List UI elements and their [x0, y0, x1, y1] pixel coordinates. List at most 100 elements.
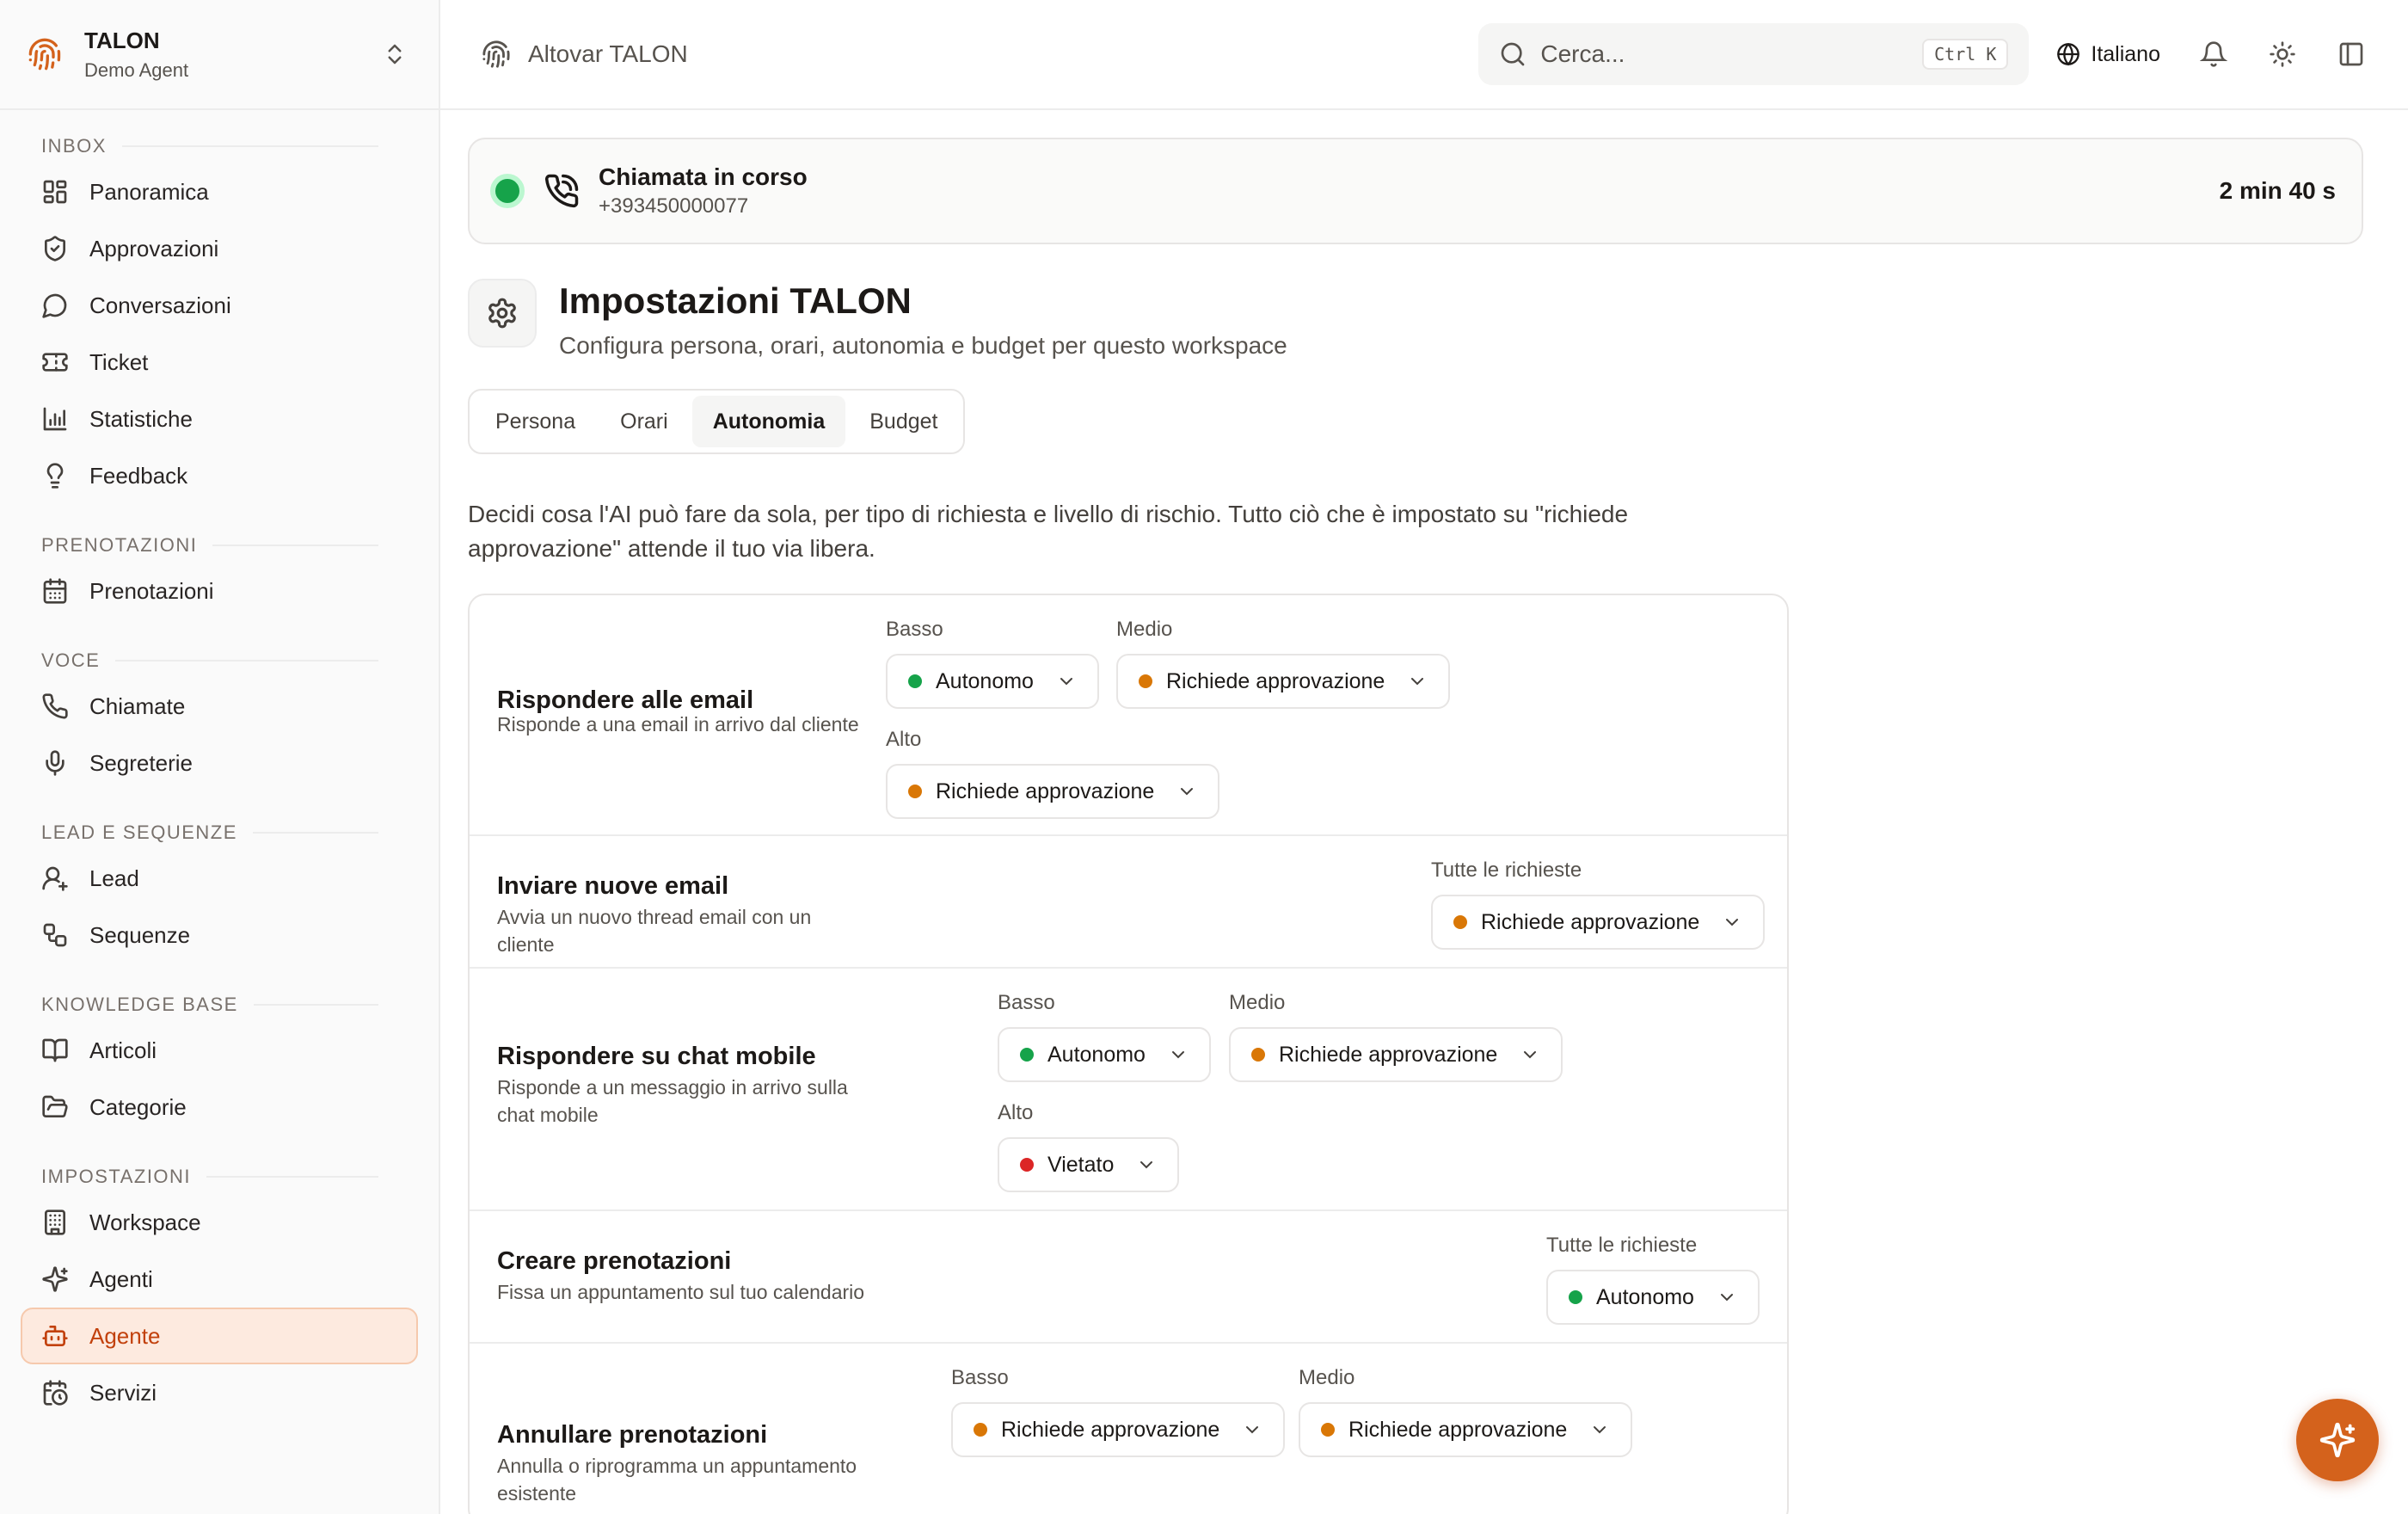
- sidebar-item-categorie[interactable]: Categorie: [21, 1079, 418, 1136]
- sparkles-icon: [2319, 1422, 2356, 1458]
- rule-description: Annulla o riprogramma un appuntamento es…: [497, 1455, 857, 1505]
- sidebar-item-label: Segreterie: [89, 749, 193, 776]
- tab-persona[interactable]: Persona: [475, 396, 596, 447]
- risk-field-low: Basso Autonomo: [886, 618, 1099, 709]
- risk-level-label: Medio: [1229, 991, 1286, 1014]
- sidebar-item-lead[interactable]: Lead: [21, 850, 418, 907]
- sidebar-item-label: Prenotazioni: [89, 577, 214, 604]
- sidebar-section-header: PRENOTAZIONI: [0, 528, 439, 563]
- live-indicator: [490, 174, 525, 208]
- building-icon: [45, 1209, 65, 1235]
- workspace-name: TALON: [84, 27, 160, 53]
- sidebar-item-label: Approvazioni: [89, 235, 219, 262]
- lightbulb-icon: [46, 463, 64, 489]
- bar-chart-icon: [43, 407, 67, 431]
- notifications-button[interactable]: [2198, 39, 2229, 70]
- section-divider: [121, 145, 378, 147]
- autonomy-select[interactable]: Richiede approvazione: [1229, 1027, 1563, 1082]
- sidebar-item-label: Workspace: [89, 1209, 201, 1235]
- risk-level-label: Basso: [951, 1366, 1009, 1389]
- sidebar-section-title: INBOX: [41, 135, 107, 157]
- rule-description: Risponde a una email in arrivo dal clien…: [497, 713, 859, 735]
- sidebar-item-panoramica[interactable]: Panoramica: [21, 163, 418, 220]
- section-divider: [115, 660, 378, 662]
- sidebar-section-title: VOCE: [41, 649, 101, 671]
- autonomy-select-value: Autonomo: [1047, 1042, 1146, 1067]
- search-input[interactable]: Cerca... Ctrl K: [1478, 23, 2030, 85]
- tab-orari[interactable]: Orari: [599, 396, 689, 447]
- status-dot: [1453, 915, 1467, 929]
- autonomy-select[interactable]: Richiede approvazione: [1116, 654, 1451, 709]
- risk-level-label: Tutte le richieste: [1546, 1234, 1698, 1257]
- page-header: Impostazioni TALON Configura persona, or…: [468, 279, 2408, 360]
- autonomy-select[interactable]: Richiede approvazione: [886, 764, 1220, 819]
- risk-level-label: Tutte le richieste: [1431, 859, 1582, 882]
- sidebar-item-label: Sequenze: [89, 921, 191, 948]
- sidebar-section-header: INBOX: [0, 129, 439, 163]
- autonomy-select[interactable]: Richiede approvazione: [1431, 895, 1766, 950]
- autonomy-select[interactable]: Autonomo: [1546, 1270, 1760, 1325]
- risk-field-all: Tutte le richieste Richiede approvazione: [1431, 859, 1766, 950]
- sidebar-item-servizi[interactable]: Servizi: [21, 1364, 418, 1421]
- chevron-down-icon: [1726, 919, 1739, 926]
- sidebar-item-label: Lead: [89, 865, 139, 891]
- risk-level-label: Basso: [886, 618, 943, 641]
- sidebar-item-ticket[interactable]: Ticket: [21, 334, 418, 391]
- tab-autonomia[interactable]: Autonomia: [691, 396, 846, 447]
- sidebar-item-agenti[interactable]: Agenti: [21, 1251, 418, 1308]
- autonomy-description: Decidi cosa l'AI può fare da sola, per t…: [468, 501, 1629, 562]
- sidebar-item-articoli[interactable]: Articoli: [21, 1022, 418, 1079]
- tab-budget[interactable]: Budget: [849, 396, 958, 447]
- autonomy-select[interactable]: Vietato: [998, 1137, 1180, 1192]
- app-title-text: Altovar TALON: [528, 40, 688, 67]
- search-shortcut: Ctrl K: [1922, 39, 2009, 70]
- risk-level-label: Medio: [1116, 618, 1173, 641]
- sidebar-item-feedback[interactable]: Feedback: [21, 447, 418, 504]
- sidebar-item-agente[interactable]: Agente: [21, 1308, 418, 1364]
- sidebar-item-chiamate[interactable]: Chiamate: [21, 678, 418, 735]
- ai-assistant-button[interactable]: [2296, 1399, 2379, 1481]
- sidebar-item-label: Conversazioni: [89, 292, 231, 318]
- sidebar-section: VOCE Chiamate Segreterie: [0, 643, 439, 791]
- sidebar-item-label: Servizi: [89, 1379, 157, 1406]
- chevron-down-icon: [1060, 678, 1072, 686]
- sidebar-section-header: VOCE: [0, 643, 439, 678]
- microphone-icon: [46, 750, 64, 776]
- active-call-banner[interactable]: Chiamata in corso +393450000077 2 min 40…: [468, 138, 2363, 244]
- autonomy-rule-row: Rispondere alle email Risponde a una emai…: [470, 595, 1787, 836]
- status-dot: [1321, 1423, 1335, 1437]
- workspace-switcher[interactable]: TALON Demo Agent: [0, 0, 439, 110]
- panel-icon: [2339, 42, 2363, 66]
- status-dot: [1251, 1048, 1265, 1062]
- sidebar-item-conversazioni[interactable]: Conversazioni: [21, 277, 418, 334]
- autonomy-select[interactable]: Richiede approvazione: [951, 1402, 1286, 1457]
- sidebar-section-header: IMPOSTAZIONI: [0, 1160, 439, 1194]
- sidebar-item-statistiche[interactable]: Statistiche: [21, 391, 418, 447]
- status-dot: [974, 1423, 987, 1437]
- sidebar-item-prenotazioni[interactable]: Prenotazioni: [21, 563, 418, 619]
- sidebar-item-label: Statistiche: [89, 405, 193, 432]
- sidebar-item-approvazioni[interactable]: Approvazioni: [21, 220, 418, 277]
- sun-icon: [2270, 41, 2295, 67]
- language-selector[interactable]: Italiano: [2056, 42, 2160, 67]
- autonomy-select[interactable]: Autonomo: [998, 1027, 1211, 1082]
- app-root: TALON Demo Agent INBOX Panoramica Approvaz…: [0, 0, 2408, 1514]
- workspace-subtitle: Demo Agent: [84, 58, 189, 81]
- autonomy-select[interactable]: Richiede approvazione: [1299, 1402, 1633, 1457]
- sidebar-item-segreterie[interactable]: Segreterie: [21, 735, 418, 791]
- rule-title: Creare prenotazioni: [497, 1247, 732, 1275]
- sidebar-item-label: Chiamate: [89, 692, 186, 719]
- page-subtitle: Configura persona, orari, autonomia e bu…: [559, 332, 1287, 359]
- sidebar-item-workspace[interactable]: Workspace: [21, 1194, 418, 1251]
- sidebar-item-sequenze[interactable]: Sequenze: [21, 907, 418, 963]
- sidebar-section-title: PRENOTAZIONI: [41, 534, 198, 556]
- rule-description: Risponde a un messaggio in arrivo sulla …: [497, 1076, 848, 1126]
- section-divider: [206, 1176, 378, 1178]
- autonomy-select[interactable]: Autonomo: [886, 654, 1099, 709]
- autonomy-select-value: Vietato: [1047, 1152, 1115, 1177]
- call-title: Chiamata in corso: [599, 163, 808, 190]
- theme-toggle-button[interactable]: [2267, 39, 2298, 70]
- topbar: Altovar TALON Cerca... Ctrl K Italiano: [440, 0, 2408, 110]
- search-placeholder: Cerca...: [1540, 40, 1625, 67]
- toggle-panel-button[interactable]: [2336, 39, 2367, 70]
